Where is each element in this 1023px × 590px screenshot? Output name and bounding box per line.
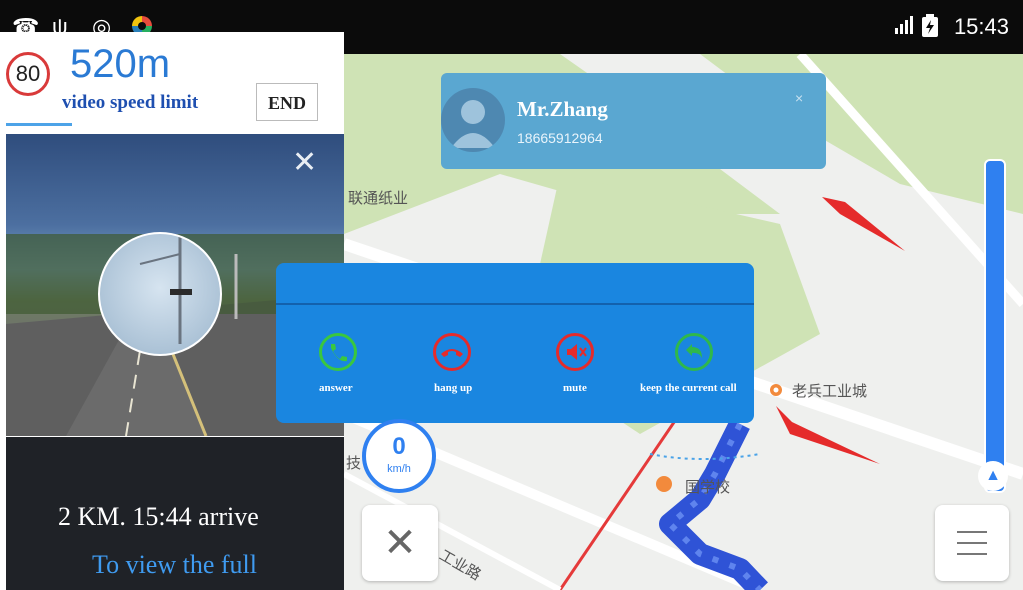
avatar (441, 88, 505, 152)
speed-unit: km/h (387, 463, 411, 475)
exit-navigation-button[interactable]: ✕ (362, 505, 438, 581)
menu-icon (957, 553, 987, 555)
video-close-icon[interactable]: ✕ (292, 148, 317, 178)
map-label: 老兵工业城 (792, 382, 868, 400)
map-label: 联通纸业 (348, 189, 409, 207)
caller-name: Mr.Zhang (517, 97, 608, 121)
answer-icon[interactable] (319, 333, 357, 371)
mute-icon[interactable] (556, 333, 594, 371)
arrive-text: 2 KM. 15:44 arrive (58, 502, 259, 531)
menu-icon (957, 531, 987, 533)
mute-label[interactable]: mute (563, 382, 587, 394)
caller-number: 18665912964 (517, 130, 603, 146)
signal-icon (893, 14, 915, 42)
keep-call-icon[interactable] (675, 333, 713, 371)
panel-divider (276, 303, 754, 305)
speed-caption: video speed limit (62, 92, 199, 113)
answer-label[interactable]: answer (319, 382, 353, 394)
speedometer: 0 km/h (362, 419, 436, 493)
menu-button[interactable] (935, 505, 1009, 581)
map-label: 国学校 (685, 478, 731, 496)
hang-up-icon[interactable] (433, 333, 471, 371)
caller-close-icon[interactable]: × (795, 90, 803, 106)
zoom-slider[interactable] (984, 159, 1006, 493)
distance-progress (6, 123, 72, 126)
keep-call-label[interactable]: keep the current call (640, 382, 737, 394)
speed-limit-badge: 80 (6, 52, 50, 96)
status-time: 15:43 (953, 14, 1009, 39)
compass-icon[interactable]: ▲ (978, 461, 1008, 491)
view-full-link[interactable]: To view the full (92, 550, 257, 580)
speed-value: 0 (392, 433, 406, 460)
map-label: 技 (346, 454, 362, 472)
distance-text: 520m (70, 42, 171, 86)
hang-up-label[interactable]: hang up (434, 382, 472, 394)
sign-magnifier (98, 232, 222, 356)
battery-icon (920, 14, 940, 44)
menu-icon (957, 542, 987, 544)
end-button[interactable]: END (256, 83, 318, 121)
